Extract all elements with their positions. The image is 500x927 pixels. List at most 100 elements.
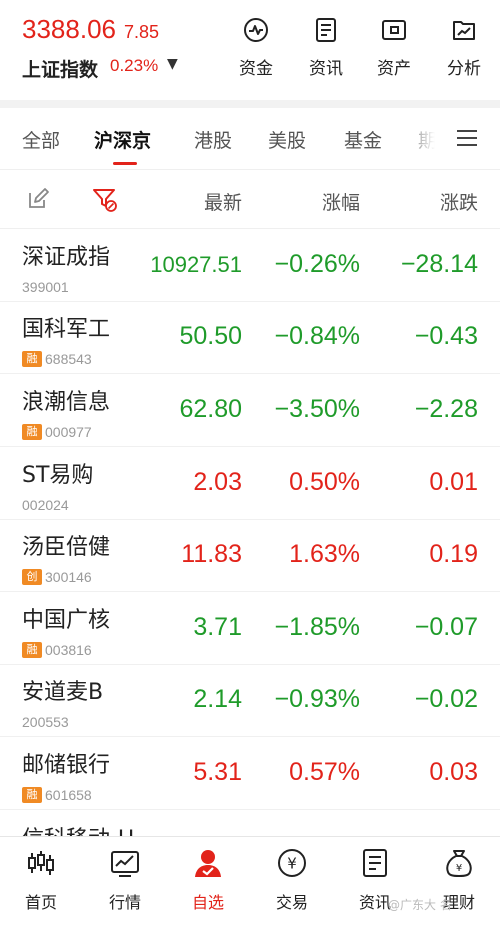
yuan-coin-icon: ¥: [278, 849, 306, 877]
stock-change: 0.03: [429, 758, 478, 786]
stock-code-wrap: 002024: [22, 494, 69, 513]
index-name[interactable]: 上证指数: [22, 55, 98, 82]
stock-change: −2.28: [414, 395, 478, 423]
stock-pct: 0.57%: [289, 758, 360, 786]
stock-price: 50.50: [179, 322, 242, 350]
margin-badge: 融: [22, 641, 42, 658]
stock-name: 国科军工: [22, 317, 111, 342]
stock-code-wrap: 融 000977: [22, 421, 92, 440]
stock-code: 200553: [22, 713, 69, 730]
quick-assets[interactable]: 资产: [364, 16, 424, 79]
col-change[interactable]: 涨跌: [440, 188, 478, 215]
partial-stock-name[interactable]: 信科移动-U: [22, 822, 134, 836]
stock-change: −0.43: [414, 322, 478, 350]
fund-flow-icon: [244, 18, 268, 42]
stock-change: −0.07: [414, 613, 478, 641]
col-pct[interactable]: 涨幅: [322, 188, 360, 215]
quick-analysis-label: 分析: [447, 59, 481, 79]
stock-pct: −3.50%: [274, 395, 361, 423]
gem-badge: 创: [22, 568, 42, 585]
quick-news[interactable]: 资讯: [296, 16, 356, 79]
nav-home[interactable]: 首页: [8, 847, 74, 913]
tab-us[interactable]: 美股: [268, 126, 306, 153]
nav-home-label: 首页: [24, 893, 57, 912]
nav-watchlist-label: 自选: [191, 893, 224, 912]
stock-code: 601658: [45, 786, 92, 803]
stock-price: 2.14: [193, 685, 242, 713]
stock-price: 5.31: [193, 758, 242, 786]
tab-hk[interactable]: 港股: [194, 126, 232, 153]
stock-code: 002024: [22, 496, 69, 513]
stock-pct: 1.63%: [289, 540, 360, 568]
stock-code: 000977: [45, 423, 92, 440]
nav-market[interactable]: 行情: [92, 847, 158, 913]
tab-hushenjing[interactable]: 沪深京: [94, 126, 151, 153]
quick-fund-flow-label: 资金: [239, 59, 273, 79]
stock-code: 399001: [22, 278, 69, 295]
stock-name: ST易购: [22, 463, 94, 488]
market-chart-icon: [111, 851, 139, 877]
edit-icon[interactable]: [26, 187, 50, 211]
stock-name: 浪潮信息: [22, 390, 111, 415]
stock-price: 62.80: [179, 395, 242, 423]
stock-price: 2.03: [193, 468, 242, 496]
active-tab-indicator: [113, 162, 137, 165]
stock-name: 深证成指: [22, 245, 111, 270]
tab-fade: [400, 108, 450, 168]
stock-name: 邮储银行: [22, 753, 111, 778]
stock-code: 003816: [45, 641, 92, 658]
nav-trade[interactable]: ¥ 交易: [259, 847, 325, 913]
table-row[interactable]: 汤臣倍健 创 300146 11.83 1.63% 0.19: [0, 520, 500, 592]
stock-change: 0.01: [429, 468, 478, 496]
stock-code-wrap: 创 300146: [22, 566, 92, 585]
table-row[interactable]: 深证成指 399001 10927.51 −0.26% −28.14: [0, 230, 500, 302]
tab-fund[interactable]: 基金: [344, 126, 382, 153]
stock-change: −28.14: [400, 250, 478, 278]
stock-pct: −1.85%: [274, 613, 361, 641]
stock-price: 3.71: [193, 613, 242, 641]
analysis-chart-icon: [453, 21, 475, 40]
market-tabs: 全部 沪深京 港股 美股 基金 期: [0, 108, 500, 170]
index-pct: 0.23%: [110, 56, 159, 75]
stock-price: 11.83: [181, 540, 242, 568]
index-dropdown-icon[interactable]: ▼: [167, 56, 178, 72]
nav-watchlist[interactable]: 自选: [175, 847, 241, 913]
margin-badge: 融: [22, 423, 42, 440]
stock-pct: −0.84%: [274, 322, 361, 350]
stock-name: 安道麦B: [22, 680, 104, 705]
table-row[interactable]: 国科军工 融 688543 50.50 −0.84% −0.43: [0, 302, 500, 374]
stock-code-wrap: 200553: [22, 711, 69, 730]
margin-badge: 融: [22, 350, 42, 367]
index-price[interactable]: 3388.06: [22, 14, 116, 45]
table-row[interactable]: 邮储银行 融 601658 5.31 0.57% 0.03: [0, 738, 500, 810]
nav-trade-label: 交易: [275, 893, 308, 912]
tab-all[interactable]: 全部: [22, 126, 60, 153]
stock-name: 中国广核: [22, 608, 111, 633]
news-icon: [316, 18, 336, 42]
news-doc-icon: [363, 849, 387, 877]
table-row[interactable]: 中国广核 融 003816 3.71 −1.85% −0.07: [0, 593, 500, 665]
table-row[interactable]: 安道麦B 200553 2.14 −0.93% −0.02: [0, 665, 500, 737]
table-row[interactable]: 浪潮信息 融 000977 62.80 −3.50% −2.28: [0, 375, 500, 447]
nav-market-label: 行情: [108, 893, 141, 912]
filter-icon[interactable]: [92, 187, 118, 213]
quick-analysis[interactable]: 分析: [434, 16, 494, 79]
watermark: @广东大 名: [388, 898, 452, 912]
stock-pct: −0.26%: [274, 250, 361, 278]
menu-icon[interactable]: [456, 128, 478, 148]
svg-text:¥: ¥: [287, 855, 297, 873]
index-header: 3388.06 7.85 上证指数 0.23% ▼ 资金 资讯 资产 分析: [0, 0, 500, 100]
table-row[interactable]: ST易购 002024 2.03 0.50% 0.01: [0, 448, 500, 520]
bottom-nav: 首页 行情 自选 ¥ 交易 资讯 ¥ 理财: [0, 836, 500, 927]
money-bag-icon: ¥: [446, 850, 472, 878]
quick-fund-flow[interactable]: 资金: [226, 16, 286, 79]
index-change: 7.85: [124, 22, 160, 42]
stock-code-wrap: 融 601658: [22, 784, 92, 803]
header-separator: [0, 100, 500, 108]
col-latest[interactable]: 最新: [204, 188, 242, 215]
stock-code: 300146: [45, 568, 92, 585]
watchlist-person-icon: [195, 850, 221, 877]
stock-code-wrap: 399001: [22, 276, 69, 295]
stock-code-wrap: 融 003816: [22, 639, 92, 658]
stock-change: 0.19: [429, 540, 478, 568]
